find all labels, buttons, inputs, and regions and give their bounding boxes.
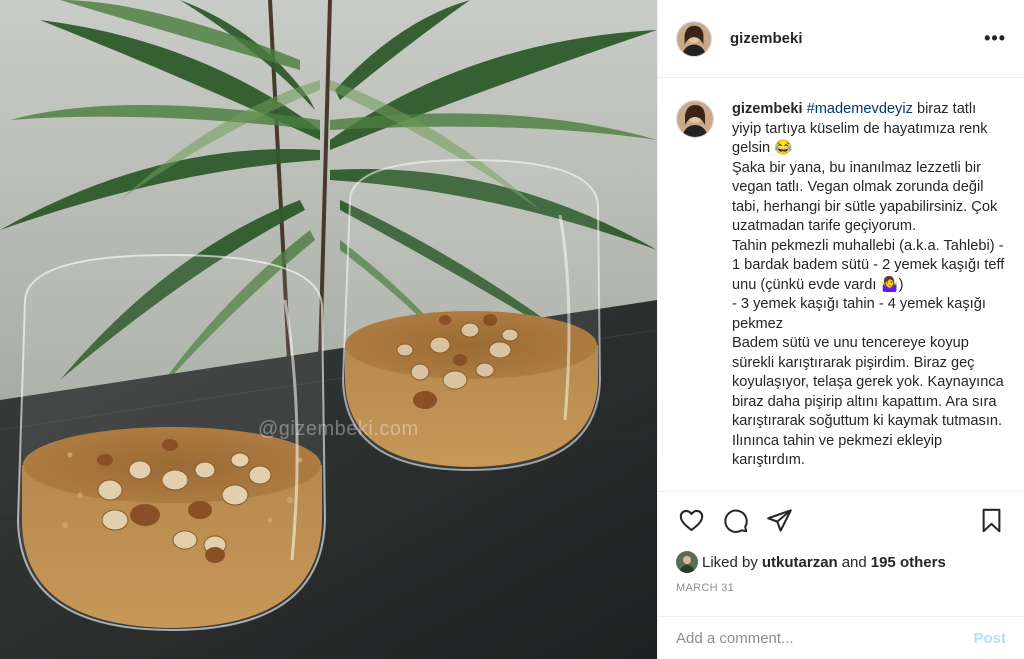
- share-button[interactable]: [764, 505, 794, 535]
- liker-avatar[interactable]: [676, 551, 698, 573]
- caption-username[interactable]: gizembeki: [732, 101, 803, 117]
- like-button[interactable]: [676, 505, 706, 535]
- caption-text: gizembeki #mademevdeyiz biraz tatlı yiyi…: [732, 100, 1008, 491]
- more-options-icon[interactable]: •••: [984, 28, 1006, 49]
- post-header: gizembeki •••: [658, 0, 1024, 78]
- caption-line: - 3 yemek kaşığı tahin - 4 yemek kaşığı …: [732, 296, 986, 332]
- avatar-image: [677, 21, 711, 56]
- dessert-photo-illustration: [0, 0, 657, 659]
- comment-icon: [723, 509, 748, 533]
- comment-input[interactable]: [676, 629, 974, 647]
- likes-others-link[interactable]: 195 others: [871, 554, 946, 571]
- header-username[interactable]: gizembeki: [730, 30, 803, 47]
- bookmark-icon: [982, 508, 1000, 532]
- likes-summary: Liked by utkutarzan and 195 others: [658, 548, 1024, 576]
- post-photo[interactable]: @gizembeki.com: [0, 0, 657, 659]
- likes-connector: and: [841, 553, 867, 571]
- paper-plane-icon: [766, 508, 792, 532]
- instagram-post: @gizembeki.com gizembeki ••• gizembeki #…: [0, 0, 1024, 659]
- caption-area: gizembeki #mademevdeyiz biraz tatlı yiyi…: [658, 78, 1024, 491]
- post-side-panel: gizembeki ••• gizembeki #mademevdeyiz bi…: [657, 0, 1024, 659]
- liker-username[interactable]: utkutarzan: [762, 554, 838, 571]
- comment-bar: Post: [658, 616, 1024, 659]
- avatar-image: [676, 551, 698, 573]
- photo-watermark: @gizembeki.com: [258, 418, 419, 440]
- action-bar: [658, 491, 1024, 548]
- caption-line: Şaka bir yana, bu inanılmaz lezzetli bir…: [732, 159, 998, 235]
- post-comment-button[interactable]: Post: [973, 630, 1006, 647]
- post-date[interactable]: MARCH 31: [658, 576, 1024, 616]
- comment-button[interactable]: [720, 505, 750, 535]
- caption-line: Tahin pekmezli muhallebi (a.k.a. Tahlebi…: [732, 237, 1005, 293]
- caption-avatar[interactable]: [676, 100, 714, 138]
- caption-hashtag[interactable]: #mademevdeyiz: [807, 101, 913, 117]
- caption-line: Badem sütü ve unu tencereye koyup sürekl…: [732, 335, 1004, 468]
- avatar-image: [677, 101, 713, 137]
- save-button[interactable]: [976, 505, 1006, 535]
- heart-icon: [679, 509, 703, 531]
- likes-prefix: Liked by: [702, 553, 758, 571]
- avatar[interactable]: [676, 20, 712, 57]
